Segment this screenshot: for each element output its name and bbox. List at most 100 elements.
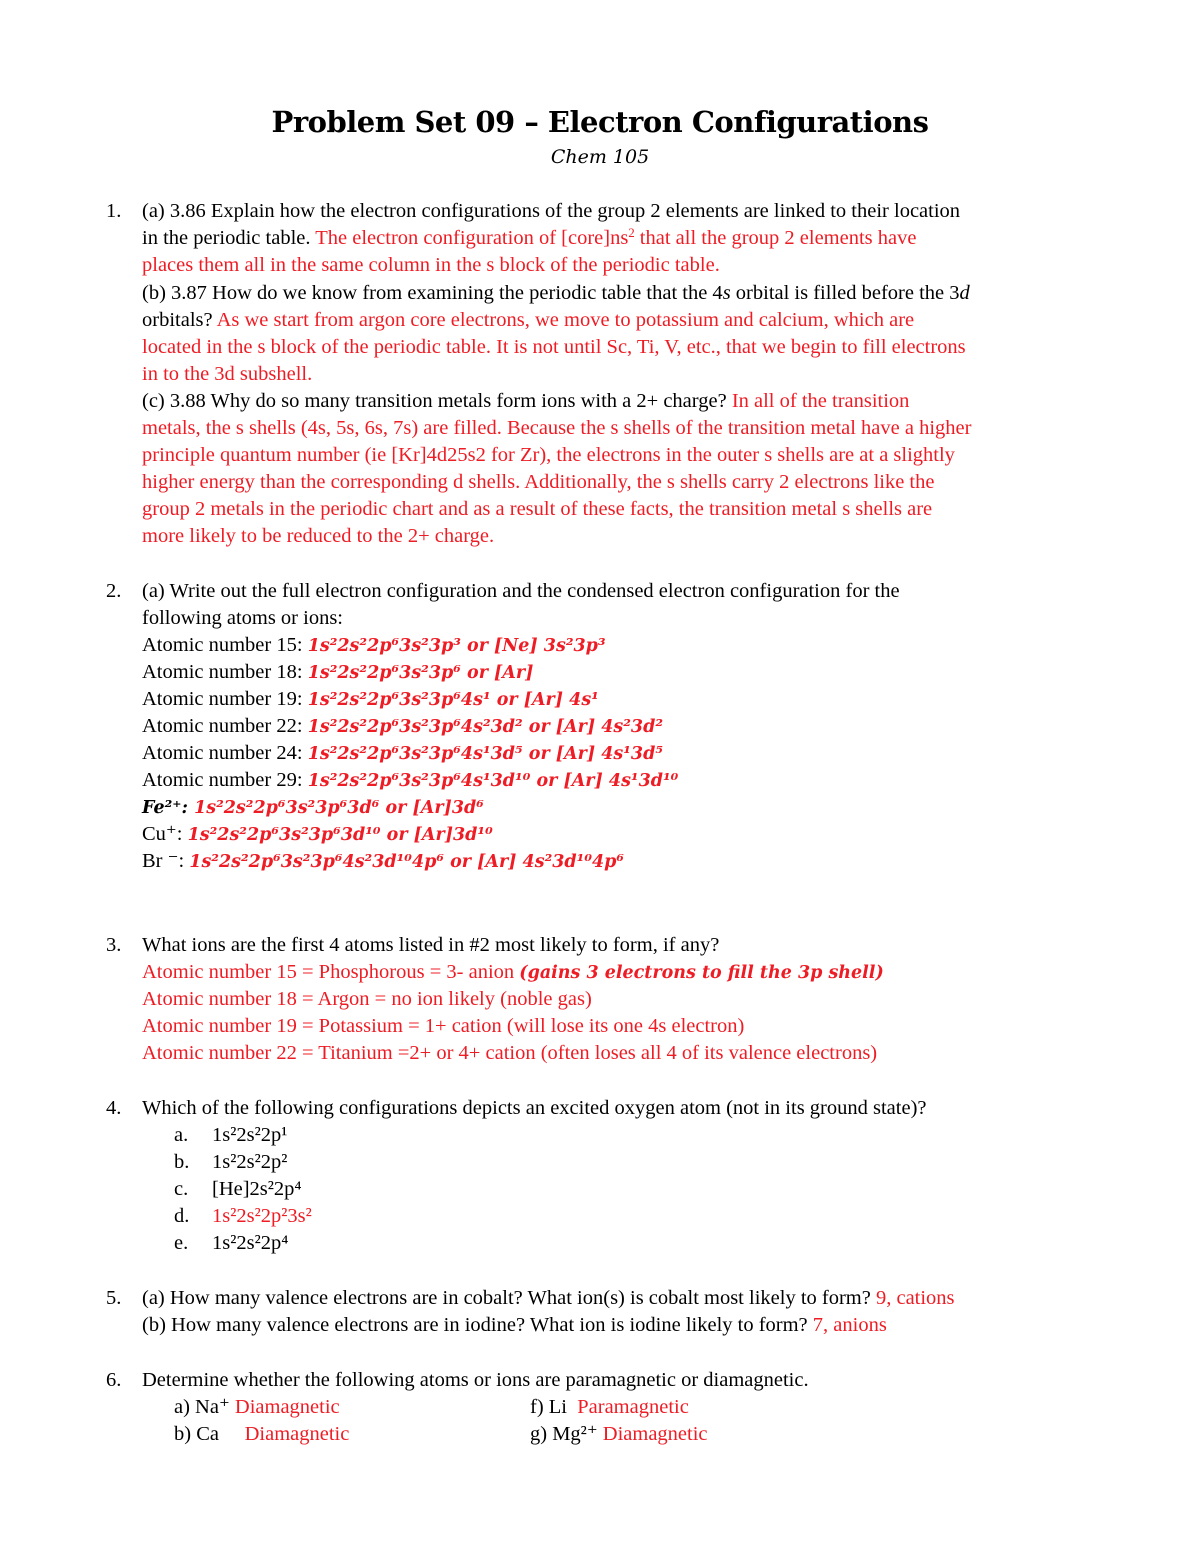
q2-item-label: Atomic number 29: [142, 769, 308, 791]
question-number-3: 3. [106, 934, 122, 956]
q1c-question: (c) 3.88 Why do so many transition metal… [142, 388, 909, 415]
q1c-answer-line-2: metals, the s shells (4s, 5s, 6s, 7s) ar… [142, 417, 972, 439]
full-config: 1s²2s²2p⁶3s²3p⁶3d⁶ [194, 798, 380, 818]
condensed-config: [Ar]3d¹⁰ [413, 825, 493, 845]
q4-option-value-correct: 1s²2s²2p²3s² [212, 1205, 312, 1227]
q3-answer: Atomic number 15 = Phosphorous = 3- anio… [142, 959, 884, 987]
q2-item-answer: 1s²2s²2p⁶3s²3p⁶4s¹3d¹⁰ or [Ar] 4s¹3d¹⁰ [308, 771, 679, 791]
q4-option-value: [He]2s²2p⁴ [212, 1178, 302, 1200]
q4-question: Which of the following configurations de… [142, 1097, 927, 1119]
q2-question: (a) Write out the full electron configur… [142, 580, 900, 602]
full-config: 1s²2s²2p⁶3s²3p⁶ [307, 663, 461, 683]
q1b-question-s: s [722, 282, 731, 304]
q2-item-label: Atomic number 22: [142, 715, 308, 737]
q2-item-answer: 1s²2s²2p⁶3s²3p⁶4s²3d² or [Ar] 4s²3d² [308, 717, 663, 737]
q2-item: Atomic number 18: 1s²2s²2p⁶3s²3p⁶ or [Ar… [142, 659, 533, 687]
q2-item: Br ⁻: 1s²2s²2p⁶3s²3p⁶4s²3d¹⁰4p⁶ or [Ar] … [142, 848, 624, 876]
q1a-answer-text-2: that all the group 2 elements have [634, 227, 917, 249]
q1b-answer-line-2: located in the s block of the periodic t… [142, 336, 966, 358]
q3-answer-note: (gains 3 electrons to fill the 3p shell) [519, 963, 884, 983]
q1c-answer-line-3: principle quantum number (ie [Kr]4d25s2 … [142, 444, 955, 466]
q5b-answer: 7, anions [807, 1314, 887, 1336]
q2-item-label: Atomic number 15: [142, 634, 308, 656]
q2-item-answer: 1s²2s²2p⁶3s²3p⁶4s²3d¹⁰4p⁶ or [Ar] 4s²3d¹… [189, 852, 624, 872]
or-text: or [444, 852, 478, 872]
full-config: 1s²2s²2p⁶3s²3p⁶4s¹3d¹⁰ [307, 771, 531, 791]
question-number-2: 2. [106, 580, 122, 602]
q3-question: What ions are the first 4 atoms listed i… [142, 934, 720, 956]
q4-option-letter: b. [174, 1151, 190, 1173]
q1c-answer-line-6: more likely to be reduced to the 2+ char… [142, 525, 495, 547]
q3-answer: Atomic number 18 = Argon = no ion likely… [142, 988, 592, 1010]
course-subtitle: Chem 105 [550, 146, 650, 168]
or-text: or [522, 717, 556, 737]
q6-item-label: a) Na⁺ [174, 1396, 230, 1418]
q2-item-label: Atomic number 24: [142, 742, 308, 764]
full-config: 1s²2s²2p⁶3s²3p⁶3d¹⁰ [187, 825, 381, 845]
condensed-config: [Ne] 3s²3p³ [494, 636, 606, 656]
q6-item: b) Ca Diamagnetic [174, 1421, 349, 1448]
q2-item-label: Atomic number 19: [142, 688, 308, 710]
q6-item-answer: Diamagnetic [218, 1423, 350, 1445]
q5b-question-text: (b) How many valence electrons are in io… [142, 1314, 808, 1336]
question-number-6: 6. [106, 1369, 122, 1391]
q2-question-line-2: following atoms or ions: [142, 607, 344, 629]
q5b-question: (b) How many valence electrons are in io… [142, 1312, 887, 1339]
q6-item-answer: Diamagnetic [597, 1423, 708, 1445]
full-config: 1s²2s²2p⁶3s²3p⁶4s²3d² [307, 717, 523, 737]
q2-item-label: Cu⁺: [142, 823, 188, 845]
q3-answer: Atomic number 19 = Potassium = 1+ cation… [142, 1015, 745, 1037]
q6-item: a) Na⁺ Diamagnetic [174, 1394, 340, 1421]
q2-item-answer: 1s²2s²2p⁶3s²3p³ or [Ne] 3s²3p³ [308, 636, 606, 656]
question-number-4: 4. [106, 1097, 122, 1119]
q1a-question: (a) 3.86 Explain how the electron config… [142, 200, 961, 222]
q6-item: f) Li Paramagnetic [530, 1394, 689, 1421]
page-title: Problem Set 09 – Electron Configurations [271, 105, 929, 139]
condensed-config: [Ar] 4s¹3d⁵ [555, 744, 664, 764]
q4-option-letter: a. [174, 1124, 189, 1146]
q4-option-letter: d. [174, 1205, 190, 1227]
q5a-answer: 9, cations [870, 1287, 955, 1309]
q2-item: Atomic number 29: 1s²2s²2p⁶3s²3p⁶4s¹3d¹⁰… [142, 767, 678, 795]
full-config: 1s²2s²2p⁶3s²3p⁶4s²3d¹⁰4p⁶ [189, 852, 445, 872]
q4-option-letter: c. [174, 1178, 189, 1200]
q1b-question-end: orbitals? [142, 309, 213, 331]
q2-item: Atomic number 22: 1s²2s²2p⁶3s²3p⁶4s²3d² … [142, 713, 663, 741]
q6-item: g) Mg²⁺ Diamagnetic [530, 1421, 708, 1448]
q2-item: Atomic number 24: 1s²2s²2p⁶3s²3p⁶4s¹3d⁵ … [142, 740, 663, 768]
or-text: or [460, 636, 495, 656]
question-number-1: 1. [106, 200, 122, 222]
q4-option-letter: e. [174, 1232, 189, 1254]
q1a-question-end: in the periodic table. [142, 227, 311, 249]
q2-item: Cu⁺: 1s²2s²2p⁶3s²3p⁶3d¹⁰ or [Ar]3d¹⁰ [142, 821, 493, 849]
q1c-question-text: (c) 3.88 Why do so many transition metal… [142, 390, 727, 412]
q2-item: Fe²⁺: 1s²2s²2p⁶3s²3p⁶3d⁶ or [Ar]3d⁶ [142, 794, 484, 822]
condensed-config: [Ar] 4s¹ [523, 690, 599, 710]
q3-answer-text: Atomic number 15 = Phosphorous = 3- anio… [142, 961, 520, 983]
q4-option-value: 1s²2s²2p⁴ [212, 1232, 289, 1254]
q5a-question-text: (a) How many valence electrons are in co… [142, 1287, 871, 1309]
q6-item-answer: Paramagnetic [567, 1396, 689, 1418]
or-text: or [490, 690, 524, 710]
q1c-answer: In all of the transition [726, 390, 910, 412]
q2-item-label: Fe²⁺: [142, 798, 195, 818]
q3-answer: Atomic number 22 = Titanium =2+ or 4+ ca… [142, 1042, 878, 1064]
q6-item-answer: Diamagnetic [229, 1396, 340, 1418]
q1c-answer-line-5: group 2 metals in the periodic chart and… [142, 498, 933, 520]
question-number-5: 5. [106, 1287, 122, 1309]
q1b-answer: As we start from argon core electrons, w… [212, 309, 915, 331]
or-text: or [460, 663, 495, 683]
q1a-line-2: in the periodic table. The electron conf… [142, 225, 916, 252]
q1b-question-text: (b) 3.87 How do we know from examining t… [142, 282, 723, 304]
q6-item-label: b) Ca [174, 1423, 219, 1445]
or-text: or [522, 744, 556, 764]
q2-item: Atomic number 19: 1s²2s²2p⁶3s²3p⁶4s¹ or … [142, 686, 599, 714]
condensed-config: [Ar] [494, 663, 534, 683]
q4-option-value: 1s²2s²2p¹ [212, 1124, 288, 1146]
q1a-answer-line-3: places them all in the same column in th… [142, 254, 720, 276]
q1b-question: (b) 3.87 How do we know from examining t… [142, 280, 970, 307]
q2-item-answer: 1s²2s²2p⁶3s²3p⁶ or [Ar] [308, 663, 534, 683]
or-text: or [380, 825, 414, 845]
q6-item-label: f) Li [530, 1396, 567, 1418]
document-page: Problem Set 09 – Electron Configurations… [0, 0, 1200, 1553]
